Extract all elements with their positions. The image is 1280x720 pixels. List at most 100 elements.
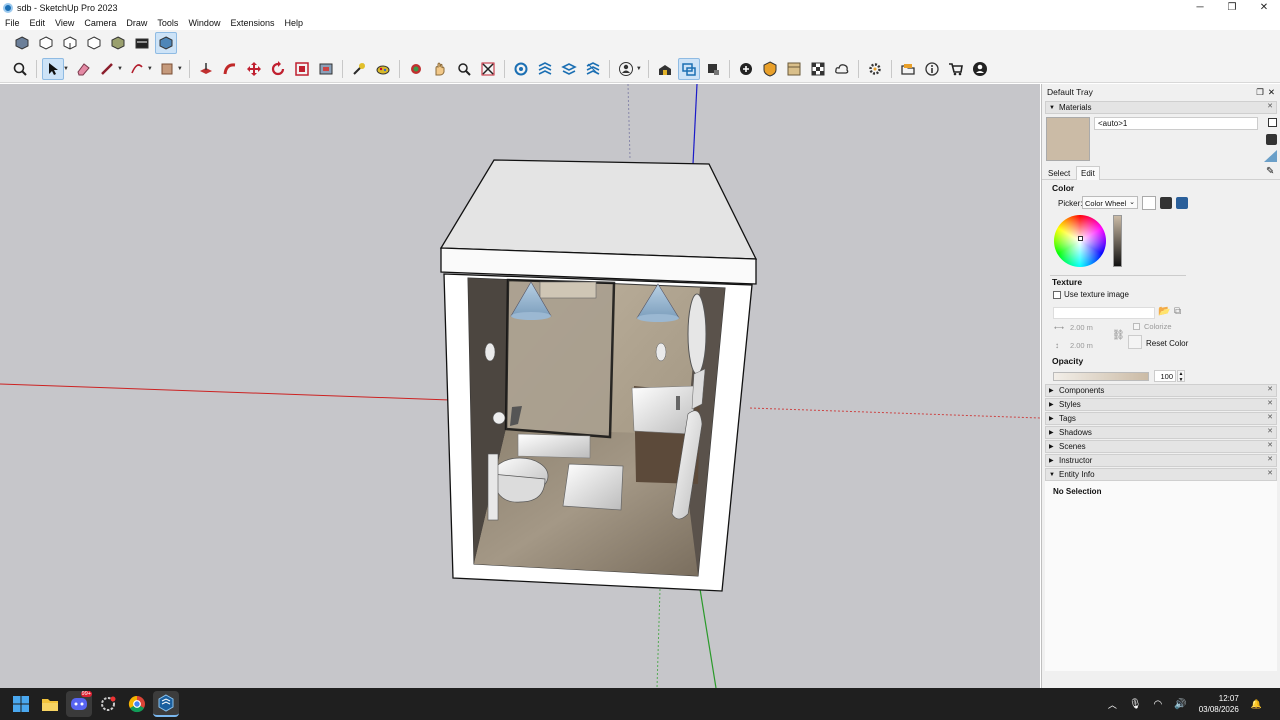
discord-icon[interactable]: 99+ (66, 691, 92, 717)
panel-close-icon[interactable]: ✕ (1267, 455, 1273, 463)
menu-extensions[interactable]: Extensions (225, 18, 279, 28)
arc-icon[interactable] (126, 58, 148, 80)
tags-panel-header[interactable]: ▶ Tags ✕ (1045, 412, 1277, 425)
checker-icon[interactable] (807, 58, 829, 80)
layout-icon[interactable] (783, 58, 805, 80)
follow-me-icon[interactable] (219, 58, 241, 80)
panel-close-icon[interactable]: ✕ (1267, 427, 1273, 435)
components-panel-header[interactable]: ▶ Components ✕ (1045, 384, 1277, 397)
menu-camera[interactable]: Camera (79, 18, 121, 28)
section-cut-icon[interactable] (558, 58, 580, 80)
shape-dropdown-icon[interactable]: ▼ (177, 66, 183, 72)
eraser-icon[interactable] (72, 58, 94, 80)
folder-icon[interactable] (897, 58, 919, 80)
zoom-window-icon[interactable] (453, 58, 475, 80)
opacity-input[interactable]: 100 (1154, 370, 1176, 382)
right-view-icon[interactable] (83, 32, 105, 54)
chrome-icon[interactable] (124, 691, 150, 717)
scenes-panel-header[interactable]: ▶ Scenes ✕ (1045, 440, 1277, 453)
materials-panel-header[interactable]: ▼ Materials ✕ (1045, 101, 1277, 114)
bottom-view-icon[interactable] (155, 31, 177, 54)
add-location-icon[interactable] (735, 58, 757, 80)
tray-pin-icon[interactable]: ❐ (1256, 87, 1264, 98)
push-pull-icon[interactable] (195, 58, 217, 80)
cart-icon[interactable] (945, 58, 967, 80)
display-secondary-icon[interactable] (1268, 118, 1277, 127)
eyedropper-icon[interactable]: ✎ (1266, 166, 1274, 177)
paint-bucket-icon[interactable] (372, 58, 394, 80)
menu-view[interactable]: View (50, 18, 79, 28)
zoom-icon[interactable] (9, 58, 31, 80)
rectangle-icon[interactable] (156, 58, 178, 80)
microphone-icon[interactable]: 🎙 (1129, 699, 1142, 710)
settings-app-icon[interactable] (95, 691, 121, 717)
close-button[interactable]: ✕ (1248, 0, 1280, 15)
select-icon[interactable] (42, 57, 64, 80)
select-dropdown-icon[interactable]: ▼ (63, 66, 69, 72)
pencil-line-icon[interactable] (96, 58, 118, 80)
current-color-swatch[interactable] (1142, 196, 1156, 210)
brightness-slider[interactable] (1113, 215, 1122, 267)
user-icon[interactable] (615, 58, 637, 80)
geo-icon[interactable] (759, 58, 781, 80)
bathroom-model[interactable] (439, 159, 758, 592)
pan-icon[interactable] (429, 58, 451, 80)
network-icon[interactable]: ◠ (1154, 699, 1163, 710)
instructor-panel-header[interactable]: ▶ Instructor ✕ (1045, 454, 1277, 467)
opacity-slider[interactable] (1053, 372, 1149, 381)
iso-view-icon[interactable] (11, 32, 33, 54)
front-view-icon[interactable] (59, 32, 81, 54)
orbit-icon[interactable] (405, 58, 427, 80)
file-explorer-icon[interactable] (37, 691, 63, 717)
notification-bell-icon[interactable]: 🔔 (1251, 699, 1262, 710)
use-texture-checkbox[interactable] (1053, 291, 1061, 299)
cloud-icon[interactable] (831, 58, 853, 80)
zoom-extents-icon[interactable] (477, 58, 499, 80)
material-swatch[interactable] (1046, 117, 1090, 161)
section-plane-icon[interactable] (510, 58, 532, 80)
rotate-icon[interactable] (267, 58, 289, 80)
user-dropdown-icon[interactable]: ▼ (636, 66, 642, 72)
move-icon[interactable] (243, 58, 265, 80)
left-view-icon[interactable] (131, 32, 153, 54)
menu-window[interactable]: Window (183, 18, 225, 28)
menu-tools[interactable]: Tools (152, 18, 183, 28)
line-dropdown-icon[interactable]: ▼ (117, 66, 123, 72)
windows-start-icon[interactable] (8, 691, 34, 717)
texture-edit-icon[interactable]: ⧉ (1174, 306, 1181, 317)
browse-folder-icon[interactable]: 📂 (1158, 306, 1170, 317)
opacity-spinner[interactable]: ▲ ▼ (1177, 370, 1185, 383)
scale-icon[interactable] (291, 58, 313, 80)
tab-edit[interactable]: Edit (1076, 166, 1100, 180)
section-fill-icon[interactable] (582, 58, 604, 80)
material-name-field[interactable]: <auto>1 (1094, 117, 1258, 130)
offset-icon[interactable] (315, 58, 337, 80)
menu-help[interactable]: Help (279, 18, 308, 28)
maximize-button[interactable]: ❐ (1216, 0, 1248, 15)
sketchup-taskbar-icon[interactable] (153, 691, 179, 717)
menu-edit[interactable]: Edit (25, 18, 51, 28)
picker-select[interactable]: Color Wheel ⌄ (1082, 196, 1138, 209)
reset-color-label[interactable]: Reset Color (1146, 339, 1188, 348)
arc-dropdown-icon[interactable]: ▼ (147, 66, 153, 72)
color-wheel[interactable] (1054, 215, 1106, 267)
create-material-icon[interactable] (1266, 134, 1277, 145)
match-screen-color-icon[interactable] (1176, 197, 1188, 209)
minimize-button[interactable]: ─ (1184, 0, 1216, 15)
component-icon[interactable] (702, 58, 724, 80)
top-view-icon[interactable] (35, 32, 57, 54)
reset-color-swatch[interactable] (1128, 335, 1142, 349)
account-icon[interactable] (969, 58, 991, 80)
link-chain-icon[interactable]: ⛓ (1112, 330, 1125, 341)
model-viewport[interactable] (0, 84, 1040, 688)
tray-close-icon[interactable]: ✕ (1268, 87, 1275, 98)
panel-close-icon[interactable]: ✕ (1267, 385, 1273, 393)
tape-measure-icon[interactable] (348, 58, 370, 80)
warehouse-icon[interactable] (654, 58, 676, 80)
shadows-panel-header[interactable]: ▶ Shadows ✕ (1045, 426, 1277, 439)
extension-icon[interactable] (677, 57, 700, 80)
back-view-icon[interactable] (107, 32, 129, 54)
sample-paint-icon[interactable] (1264, 150, 1277, 162)
tab-select[interactable]: Select (1048, 169, 1070, 178)
section-display-icon[interactable] (534, 58, 556, 80)
